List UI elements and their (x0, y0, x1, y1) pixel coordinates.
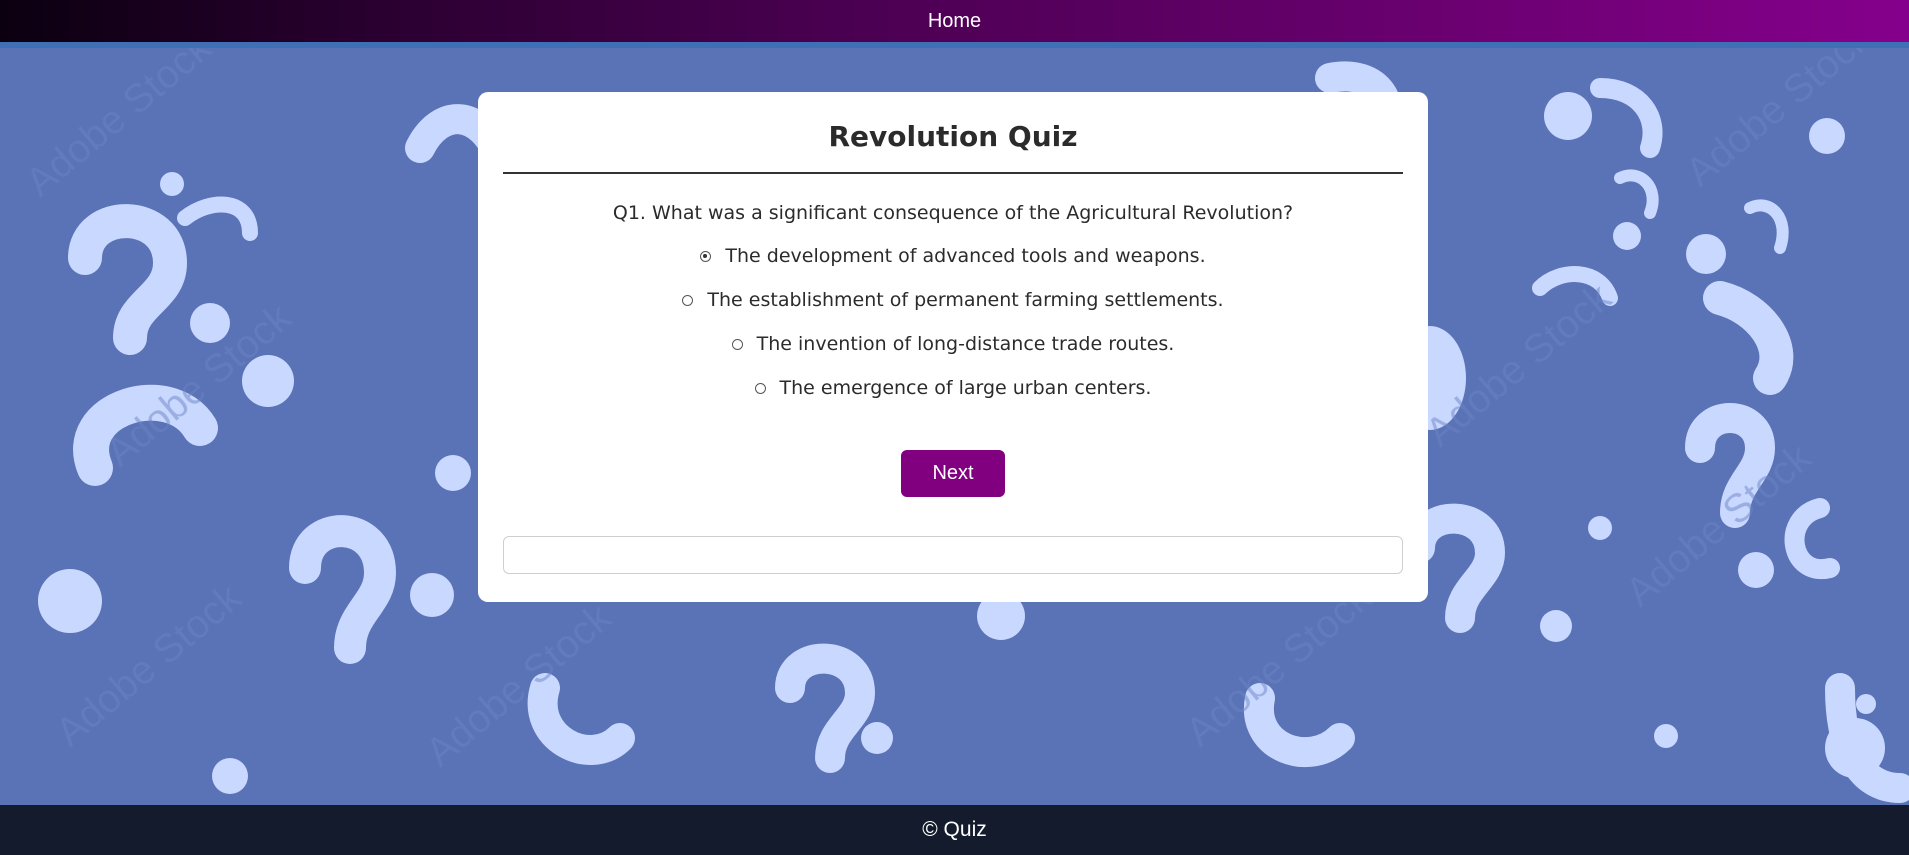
radio-icon[interactable] (754, 382, 766, 394)
quiz-card: Revolution Quiz Q1. What was a significa… (478, 92, 1428, 602)
footer: © Quiz (0, 805, 1909, 855)
footer-text: © Quiz (922, 818, 987, 841)
radio-icon[interactable] (731, 338, 743, 350)
answer-options: The development of advanced tools and we… (503, 234, 1403, 410)
next-button[interactable]: Next (901, 450, 1005, 497)
answer-option-label: The establishment of permanent farming s… (707, 289, 1224, 311)
answer-option[interactable]: The establishment of permanent farming s… (503, 278, 1403, 322)
result-box (503, 536, 1403, 574)
radio-selected-icon[interactable] (700, 250, 712, 262)
answer-option-label: The emergence of large urban centers. (779, 377, 1152, 399)
svg-text:Adobe Stock: Adobe Stock (18, 48, 221, 205)
radio-icon[interactable] (682, 294, 694, 306)
next-button-container: Next (503, 450, 1403, 497)
answer-option[interactable]: The emergence of large urban centers. (503, 366, 1403, 410)
answer-option-label: The development of advanced tools and we… (725, 245, 1206, 267)
svg-text:Adobe Stock: Adobe Stock (1678, 48, 1881, 195)
answer-option-label: The invention of long-distance trade rou… (756, 333, 1175, 355)
home-link[interactable]: Home (928, 10, 981, 33)
top-navbar: Home (0, 0, 1909, 42)
question-text: Q1. What was a significant consequence o… (612, 202, 1294, 224)
quiz-title: Revolution Quiz (503, 92, 1403, 174)
answer-option[interactable]: The development of advanced tools and we… (503, 234, 1403, 278)
answer-option[interactable]: The invention of long-distance trade rou… (503, 322, 1403, 366)
